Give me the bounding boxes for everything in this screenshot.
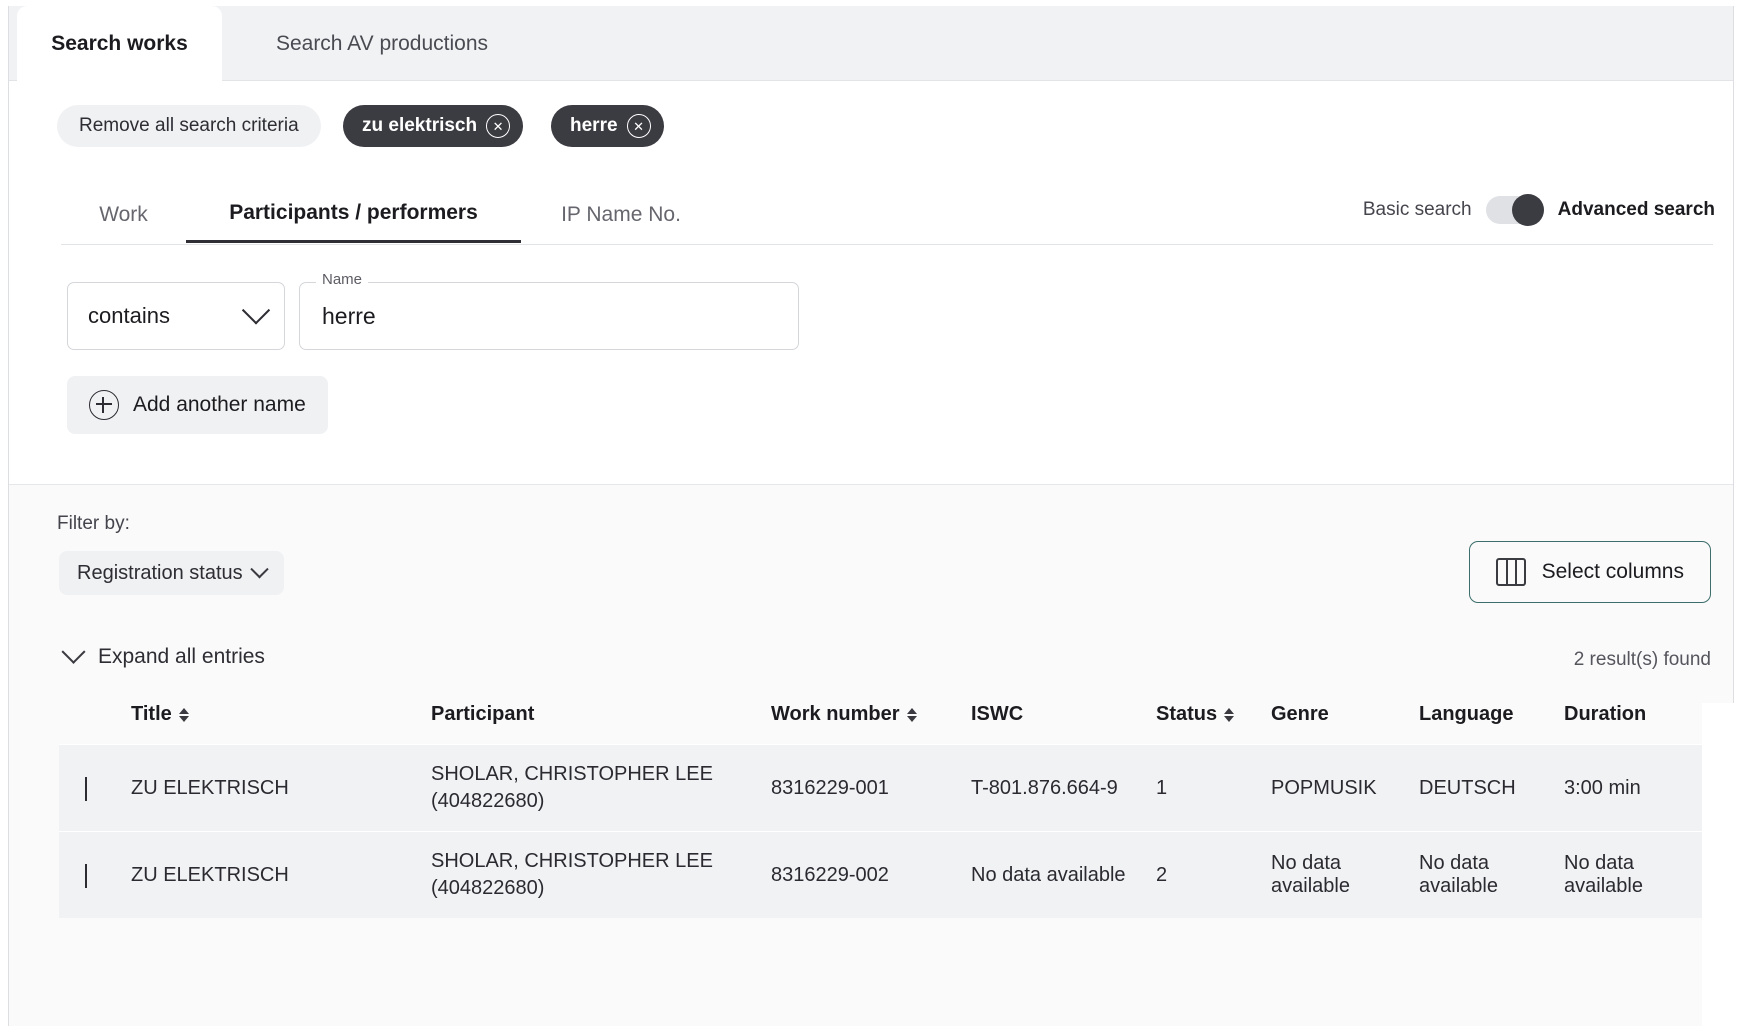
cell-duration: No data available bbox=[1564, 831, 1702, 918]
column-header-language-label: Language bbox=[1419, 703, 1514, 725]
column-header-work-number-label: Work number bbox=[771, 703, 900, 725]
operator-select-value: contains bbox=[88, 303, 170, 328]
plus-circle-icon bbox=[89, 390, 119, 420]
subtab-participants-performers-label: Participants / performers bbox=[229, 201, 478, 224]
column-header-status[interactable]: Status bbox=[1156, 703, 1271, 745]
column-header-expand bbox=[59, 703, 131, 745]
tab-search-av-productions[interactable]: Search AV productions bbox=[222, 6, 542, 81]
sort-icon[interactable] bbox=[906, 707, 917, 722]
participant-ipi: (404822680) bbox=[431, 790, 545, 812]
column-header-genre-label: Genre bbox=[1271, 703, 1329, 725]
chevron-down-icon[interactable] bbox=[85, 776, 87, 801]
participant-name: SHOLAR, CHRISTOPHER LEE bbox=[431, 763, 713, 785]
cell-work-number: 8316229-001 bbox=[771, 744, 971, 832]
cell-status: 2 bbox=[1156, 831, 1271, 918]
search-criterion-chip-label: zu elektrisch bbox=[362, 115, 478, 136]
results-table-head: Title Participant Work number ISWC Statu… bbox=[59, 703, 1702, 745]
select-columns-button[interactable]: Select columns bbox=[1468, 541, 1711, 603]
row-expand-cell[interactable] bbox=[59, 744, 131, 832]
app-root: Search works Search AV productions Remov… bbox=[0, 0, 1742, 1032]
operator-select[interactable]: contains bbox=[67, 282, 285, 350]
results-table-body: ZU ELEKTRISCH SHOLAR, CHRISTOPHER LEE (4… bbox=[59, 744, 1702, 918]
cell-participant: SHOLAR, CHRISTOPHER LEE (404822680) bbox=[431, 744, 771, 832]
chevron-down-icon bbox=[241, 296, 271, 325]
remove-all-search-criteria-label: Remove all search criteria bbox=[79, 115, 299, 136]
subtab-work[interactable]: Work bbox=[61, 186, 186, 243]
row-expand-cell[interactable] bbox=[59, 831, 131, 918]
expand-all-entries-label: Expand all entries bbox=[98, 645, 265, 668]
search-sub-tabs: Work Participants / performers IP Name N… bbox=[61, 186, 1713, 245]
column-header-iswc: ISWC bbox=[971, 703, 1156, 745]
chevron-down-icon bbox=[61, 639, 86, 664]
chevron-down-icon bbox=[249, 559, 269, 578]
table-right-gutter bbox=[1702, 703, 1735, 1026]
subtab-ip-name-no-label: IP Name No. bbox=[561, 202, 681, 226]
column-header-title-label: Title bbox=[131, 703, 172, 725]
results-table: Title Participant Work number ISWC Statu… bbox=[59, 703, 1702, 918]
filter-by-label: Filter by: bbox=[57, 513, 130, 534]
column-header-status-label: Status bbox=[1156, 703, 1218, 725]
close-icon[interactable]: ✕ bbox=[626, 114, 651, 138]
table-row[interactable]: ZU ELEKTRISCH SHOLAR, CHRISTOPHER LEE (4… bbox=[59, 831, 1702, 918]
column-header-participant-label: Participant bbox=[431, 703, 535, 725]
subtab-participants-performers[interactable]: Participants / performers bbox=[186, 186, 521, 243]
column-header-participant: Participant bbox=[431, 703, 771, 745]
search-form: contains Name herre Add another name bbox=[9, 244, 1733, 484]
cell-language: No data available bbox=[1419, 831, 1564, 918]
cell-genre: No data available bbox=[1271, 831, 1419, 918]
search-criterion-chip-label: herre bbox=[570, 115, 618, 136]
cell-duration: 3:00 min bbox=[1564, 744, 1702, 832]
column-header-genre: Genre bbox=[1271, 703, 1419, 745]
sort-icon[interactable] bbox=[1224, 707, 1235, 722]
registration-status-filter-label: Registration status bbox=[77, 561, 243, 584]
participant-ipi: (404822680) bbox=[431, 877, 545, 899]
sort-icon[interactable] bbox=[178, 707, 189, 722]
result-count: 2 result(s) found bbox=[1573, 649, 1711, 670]
results-table-container: Title Participant Work number ISWC Statu… bbox=[59, 703, 1702, 918]
cell-participant: SHOLAR, CHRISTOPHER LEE (404822680) bbox=[431, 831, 771, 918]
top-tab-strip: Search works Search AV productions bbox=[9, 6, 1733, 81]
column-header-language: Language bbox=[1419, 703, 1564, 745]
subtab-work-label: Work bbox=[99, 202, 148, 226]
cell-genre: POPMUSIK bbox=[1271, 744, 1419, 832]
remove-all-search-criteria-button[interactable]: Remove all search criteria bbox=[57, 105, 321, 147]
cell-title: ZU ELEKTRISCH bbox=[131, 744, 431, 832]
column-header-title[interactable]: Title bbox=[131, 703, 431, 745]
tab-search-works-label: Search works bbox=[51, 31, 188, 55]
search-criterion-chip[interactable]: zu elektrisch ✕ bbox=[343, 105, 524, 147]
tab-search-works[interactable]: Search works bbox=[17, 6, 222, 81]
column-header-duration-label: Duration bbox=[1564, 703, 1647, 725]
close-icon[interactable]: ✕ bbox=[486, 114, 511, 138]
app-frame: Search works Search AV productions Remov… bbox=[8, 6, 1735, 1026]
cell-status: 1 bbox=[1156, 744, 1271, 832]
tab-search-av-productions-label: Search AV productions bbox=[275, 31, 489, 55]
cell-title: ZU ELEKTRISCH bbox=[131, 831, 431, 918]
table-row[interactable]: ZU ELEKTRISCH SHOLAR, CHRISTOPHER LEE (4… bbox=[59, 744, 1702, 832]
add-another-name-button[interactable]: Add another name bbox=[67, 376, 328, 434]
participant-name: SHOLAR, CHRISTOPHER LEE bbox=[431, 850, 713, 872]
chevron-down-icon[interactable] bbox=[85, 863, 87, 888]
results-section: Filter by: Registration status Select co… bbox=[9, 484, 1735, 1026]
cell-iswc: No data available bbox=[971, 831, 1156, 918]
cell-iswc: T-801.876.664-9 bbox=[971, 744, 1156, 832]
search-criterion-chip[interactable]: herre ✕ bbox=[551, 105, 664, 147]
subtab-ip-name-no[interactable]: IP Name No. bbox=[521, 186, 721, 243]
columns-icon bbox=[1495, 558, 1526, 586]
cell-work-number: 8316229-002 bbox=[771, 831, 971, 918]
name-input[interactable]: herre bbox=[322, 283, 788, 349]
table-header-row: Title Participant Work number ISWC Statu… bbox=[59, 703, 1702, 745]
add-another-name-label: Add another name bbox=[133, 393, 306, 416]
registration-status-filter[interactable]: Registration status bbox=[59, 551, 284, 595]
search-criteria-row: Remove all search criteria zu elektrisch… bbox=[9, 81, 1733, 226]
column-header-work-number[interactable]: Work number bbox=[771, 703, 971, 745]
column-header-duration: Duration bbox=[1564, 703, 1702, 745]
select-columns-label: Select columns bbox=[1541, 560, 1684, 583]
cell-language: DEUTSCH bbox=[1419, 744, 1564, 832]
column-header-iswc-label: ISWC bbox=[971, 703, 1024, 725]
name-field[interactable]: Name herre bbox=[299, 271, 799, 350]
expand-all-entries-button[interactable]: Expand all entries bbox=[61, 639, 265, 669]
